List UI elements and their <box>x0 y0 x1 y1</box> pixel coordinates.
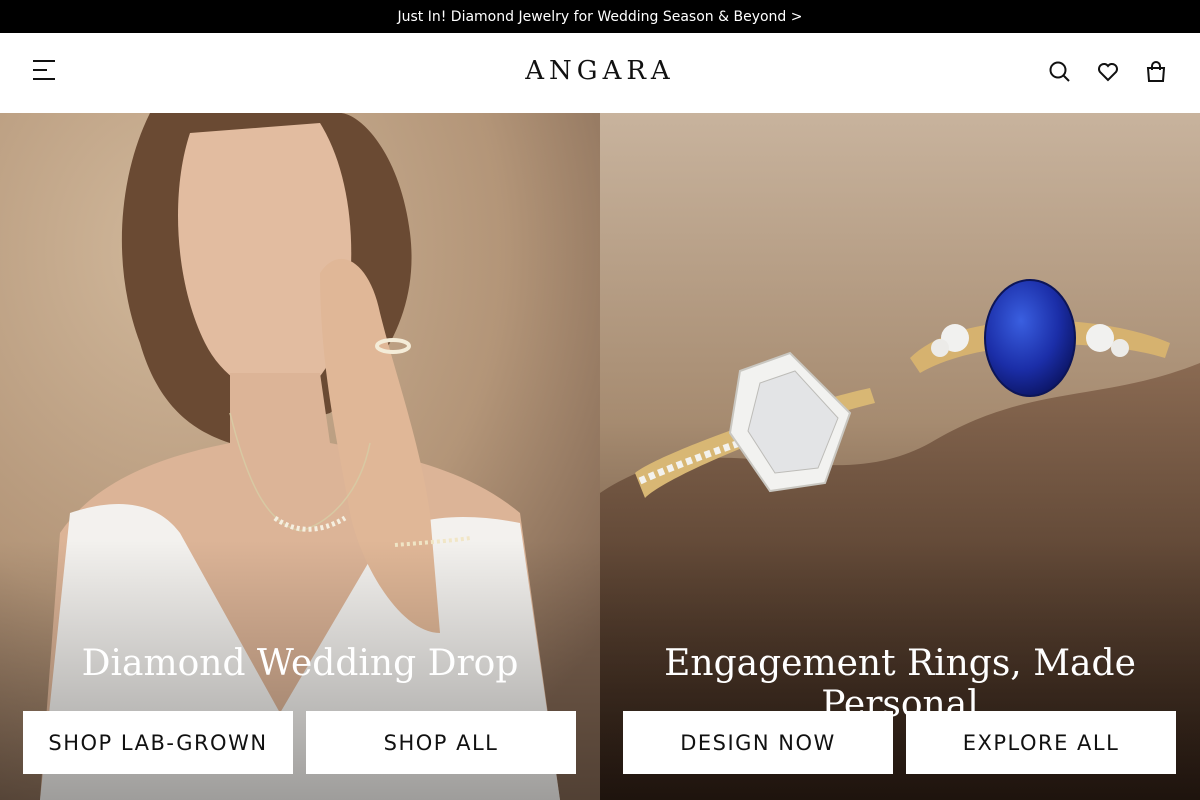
design-now-button[interactable]: DESIGN NOW <box>623 711 893 774</box>
site-header: ANGARA <box>0 33 1200 113</box>
menu-icon[interactable] <box>30 57 58 83</box>
hero-title-wedding: Diamond Wedding Drop <box>81 643 519 684</box>
search-icon[interactable] <box>1047 59 1073 85</box>
announcement-bar: Just In! Diamond Jewelry for Wedding Sea… <box>0 0 1200 33</box>
shop-all-button[interactable]: SHOP ALL <box>306 711 576 774</box>
explore-all-button[interactable]: EXPLORE ALL <box>906 711 1176 774</box>
hero-panel-wedding[interactable]: Diamond Wedding Drop SHOP LAB-GROWN SHOP… <box>0 113 600 800</box>
logo: ANGARA <box>0 56 1200 86</box>
heart-icon[interactable] <box>1095 59 1121 85</box>
hero-panel-engagement[interactable]: Engagement Rings, Made Personal DESIGN N… <box>600 113 1200 800</box>
logo-text[interactable]: ANGARA <box>525 56 674 86</box>
announcement-link[interactable]: Just In! Diamond Jewelry for Wedding Sea… <box>398 9 803 25</box>
shop-lab-grown-button[interactable]: SHOP LAB-GROWN <box>23 711 293 774</box>
shopping-bag-icon[interactable] <box>1143 59 1169 85</box>
